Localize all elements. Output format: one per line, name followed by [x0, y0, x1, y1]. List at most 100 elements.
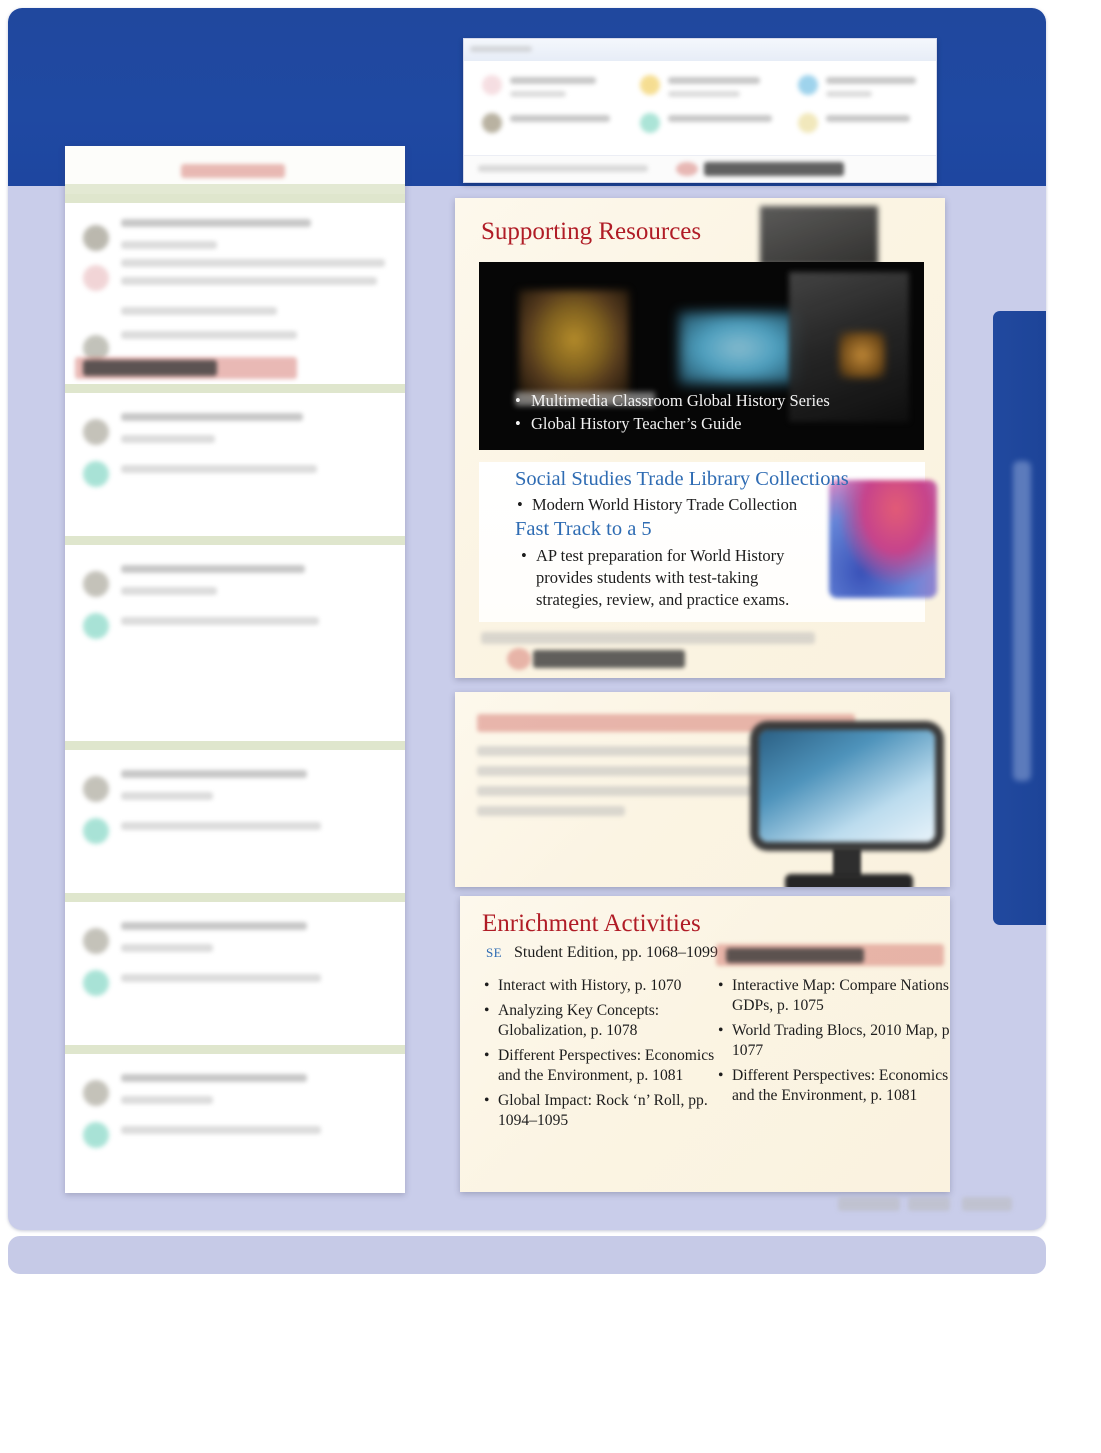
- footer-word: [908, 1197, 950, 1211]
- monitor-icon: [798, 75, 818, 95]
- left-panel-row[interactable]: [65, 194, 405, 393]
- power-presentation-card: [455, 692, 950, 887]
- left-content-panel[interactable]: [65, 146, 405, 1193]
- trade-library-block: Social Studies Trade Library Collections…: [479, 462, 937, 622]
- row-line: [121, 922, 307, 930]
- thumbnail-column-1: [478, 69, 628, 145]
- list-item: Modern World History Trade Collection: [515, 494, 845, 516]
- thumbnail-item[interactable]: [636, 69, 786, 107]
- document-icon: [482, 113, 502, 133]
- left-panel-row[interactable]: [65, 384, 405, 545]
- globe-icon: [640, 113, 660, 133]
- thumbnail-item[interactable]: [636, 107, 786, 145]
- row-icon: [83, 970, 109, 996]
- enrichment-badge-button[interactable]: [726, 948, 864, 963]
- thumbnail-item[interactable]: [794, 107, 936, 145]
- list-item: AP test preparation for World History pr…: [519, 545, 813, 610]
- item-sublabel: [826, 91, 872, 97]
- enrichment-right-list: Interactive Map: Compare Nations’ GDPs, …: [716, 976, 950, 1106]
- item-label: [826, 115, 910, 122]
- list-item: Different Perspectives: Economics and th…: [482, 1046, 728, 1086]
- list-item: Global Impact: Rock ‘n’ Roll, pp. 1094–1…: [482, 1091, 728, 1131]
- item-label: [510, 115, 610, 122]
- thumbnail-window-titlebar: [464, 39, 936, 61]
- alert-icon: [507, 648, 531, 670]
- page-shell: Supporting Resources Multimedia Classroo…: [8, 8, 1046, 1230]
- row-icon: [83, 1122, 109, 1148]
- left-panel-header: [65, 146, 405, 194]
- row-line: [121, 617, 319, 625]
- item-sublabel: [510, 91, 566, 97]
- row-line: [121, 770, 307, 778]
- footer-word: [838, 1197, 900, 1211]
- row-line: [121, 822, 321, 830]
- se-reference-text: Student Edition, pp. 1068–1099: [513, 944, 718, 961]
- row-line: [121, 435, 215, 443]
- supporting-resources-title: Supporting Resources: [481, 218, 702, 245]
- left-panel-row[interactable]: [65, 741, 405, 902]
- alert-icon: [676, 162, 698, 176]
- power-presentation-line: [477, 766, 769, 776]
- row-line: [121, 277, 377, 285]
- monitor-screen: [759, 730, 935, 842]
- multimedia-artwork-amber: [839, 332, 885, 378]
- right-side-tab[interactable]: [993, 311, 1046, 925]
- row-icon: [83, 613, 109, 639]
- row-line: [121, 241, 217, 249]
- row-button[interactable]: [83, 360, 217, 376]
- star-icon: [640, 75, 660, 95]
- bookmark-icon: [482, 75, 502, 95]
- row-line: [121, 413, 303, 421]
- row-icon: [83, 776, 109, 802]
- page-footer-note: [838, 1197, 1014, 1212]
- computer-monitor-illustration: [759, 730, 944, 887]
- row-line: [121, 331, 297, 339]
- list-item: Interact with History, p. 1070: [482, 976, 728, 996]
- multimedia-bullet-list: Multimedia Classroom Global History Seri…: [515, 390, 830, 436]
- se-tag: SE: [486, 945, 502, 960]
- row-icon: [83, 1080, 109, 1106]
- multimedia-artwork-blue: [679, 312, 799, 384]
- left-panel-header-title: [181, 164, 285, 178]
- multimedia-artwork-gold: [519, 290, 629, 400]
- row-line: [121, 1126, 321, 1134]
- thumbnail-item[interactable]: [478, 107, 628, 145]
- left-panel-row[interactable]: [65, 536, 405, 750]
- list-item: Global History Teacher’s Guide: [515, 413, 830, 436]
- left-panel-row[interactable]: [65, 1045, 405, 1193]
- left-panel-header-rule: [65, 184, 405, 194]
- row-line: [121, 587, 217, 595]
- page-bottom-bar: [8, 1236, 1046, 1274]
- left-panel-row[interactable]: [65, 893, 405, 1054]
- thumbnail-item[interactable]: [794, 69, 936, 107]
- multimedia-banner: Multimedia Classroom Global History Seri…: [479, 262, 924, 450]
- list-item: Interactive Map: Compare Nations’ GDPs, …: [716, 976, 950, 1016]
- row-line: [121, 565, 305, 573]
- thumbnail-item[interactable]: [478, 69, 628, 107]
- media-photo-thumbnail: [760, 206, 878, 266]
- card-footer-button[interactable]: [533, 650, 685, 668]
- item-label: [668, 115, 772, 122]
- item-label: [510, 77, 596, 84]
- power-presentation-line: [477, 806, 625, 816]
- item-label: [826, 77, 916, 84]
- enrichment-activities-title: Enrichment Activities: [482, 910, 701, 937]
- folder-icon: [798, 113, 818, 133]
- row-line: [121, 944, 213, 952]
- top-thumbnail-window[interactable]: [463, 38, 937, 183]
- row-icon: [83, 818, 109, 844]
- book-collection-artwork: [829, 480, 937, 598]
- footer-text-placeholder: [478, 165, 648, 172]
- enrichment-left-list: Interact with History, p. 1070 Analyzing…: [482, 976, 728, 1131]
- trade-library-bullet-list: Modern World History Trade Collection: [515, 494, 845, 516]
- footer-button[interactable]: [704, 162, 844, 176]
- list-item: World Trading Blocs, 2010 Map, p. 1077: [716, 1021, 950, 1061]
- footer-word: [962, 1197, 1012, 1211]
- row-icon: [83, 928, 109, 954]
- row-line: [121, 259, 385, 267]
- fast-track-title: Fast Track to a 5: [515, 518, 652, 540]
- row-icon: [83, 265, 109, 291]
- row-icon: [83, 461, 109, 487]
- row-line: [121, 465, 317, 473]
- row-line: [121, 792, 213, 800]
